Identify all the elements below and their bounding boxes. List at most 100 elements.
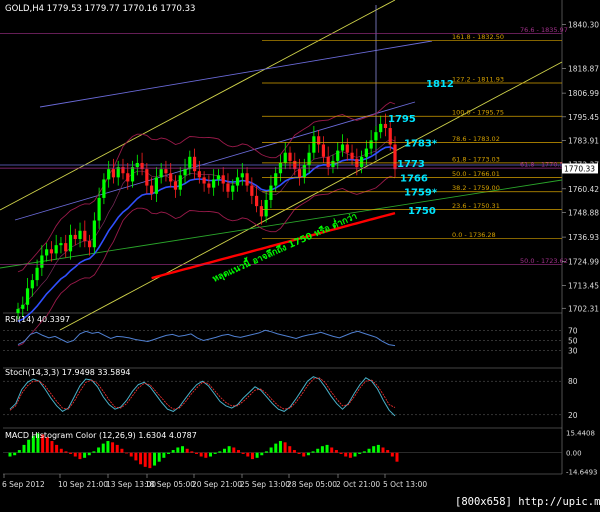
macd-bar [97, 447, 101, 453]
macd-bar [83, 452, 87, 458]
stoch-label: Stoch(14,3,3) 17.9498 33.5894 [5, 368, 131, 377]
time-tick-label: 18 Sep 05:00 [145, 480, 195, 489]
candle-body [288, 152, 292, 161]
candle-body [68, 234, 73, 252]
candle-body [135, 162, 139, 168]
macd-bar [213, 452, 217, 454]
macd-bar [176, 447, 180, 453]
macd-bar [129, 452, 133, 457]
candle-body [154, 177, 158, 194]
macd-bar [111, 442, 115, 453]
macd-bar [274, 443, 278, 453]
rsi-label: RSI(14) 40.3397 [5, 315, 70, 324]
macd-bar [143, 452, 147, 467]
candle-body [183, 169, 187, 176]
time-tick-label: 2 Oct 21:00 [336, 480, 380, 489]
candle-body [73, 234, 77, 240]
macd-bar [59, 448, 63, 453]
macd-bar [255, 452, 259, 458]
time-tick-label: 10 Sep 21:00 [58, 480, 108, 489]
candle-body [312, 136, 316, 153]
candle-body [259, 206, 263, 217]
macd-bar [306, 452, 310, 456]
candle-body [130, 167, 135, 182]
macd-bar [339, 452, 343, 454]
candle-body [283, 152, 287, 163]
macd-bar [190, 451, 194, 453]
macd-bar [22, 444, 26, 453]
macd-bar [288, 446, 292, 453]
macd-bar [260, 452, 264, 456]
macd-bar [386, 450, 390, 453]
stoch-tick-label: 20 [568, 411, 578, 420]
macd-bar [115, 444, 119, 453]
macd-bar [73, 452, 77, 457]
price-tick-label: 1736.93 [568, 233, 599, 242]
candle-body [231, 185, 235, 192]
macd-bar [311, 451, 315, 453]
macd-bar [208, 452, 212, 457]
stoch-tick-label: 80 [568, 377, 578, 386]
macd-tick-label: 0.00 [566, 450, 582, 458]
candle-body [321, 144, 326, 157]
macd-bar [55, 444, 59, 453]
candle-body [164, 169, 168, 174]
candle-body [383, 123, 388, 129]
fib-label: 61.8 - 1773.03 [452, 155, 500, 163]
macd-bar [376, 444, 380, 453]
macd-bar [69, 452, 73, 454]
macd-bar [13, 452, 17, 456]
price-tick-label: 1840.30 [568, 21, 599, 30]
candle-body [78, 230, 82, 240]
macd-bar [222, 448, 226, 453]
macd-bar [358, 452, 362, 454]
macd-bar [344, 452, 348, 457]
macd-tick-label: -14.6493 [566, 469, 597, 477]
candle-body [297, 169, 302, 178]
macd-bar [78, 452, 82, 460]
price-tick-label: 1748.88 [568, 209, 599, 218]
macd-bar [125, 452, 129, 454]
candle-body [302, 165, 306, 178]
fib-label: 23.6 - 1750.31 [452, 202, 500, 210]
macd-bar [283, 442, 287, 453]
fib-label: 50.0 - 1766.01 [452, 170, 500, 178]
macd-bar [362, 451, 366, 453]
fib-label: 100.0 - 1795.75 [452, 109, 504, 117]
time-tick-label: 6 Sep 2012 [2, 480, 45, 489]
macd-bar [195, 452, 199, 454]
macd-bar [17, 450, 21, 453]
candle-body [235, 177, 240, 186]
macd-bar [246, 452, 250, 457]
macd-bar [334, 450, 338, 453]
candle-body [255, 195, 259, 207]
macd-bar [134, 452, 138, 461]
candle-body [25, 288, 30, 305]
candle-body [245, 173, 249, 186]
macd-bar [8, 452, 12, 457]
fib-label: 127.2 - 1811.93 [452, 75, 504, 83]
time-tick-label: 25 Sep 13:00 [240, 480, 290, 489]
candle-body [269, 185, 273, 200]
level-label: 1773 [397, 159, 425, 170]
macd-bar [264, 451, 268, 453]
candle-body [102, 179, 106, 198]
macd-bar [50, 441, 54, 453]
macd-bar [232, 447, 236, 453]
macd-bar [162, 452, 166, 458]
candle-body [250, 185, 254, 196]
candle-body [145, 169, 149, 186]
candle-body [221, 175, 225, 184]
candle-body [59, 243, 63, 246]
fib-label: 76.6 - 1835.97 [520, 26, 568, 34]
macd-bar [27, 439, 31, 453]
macd-bar [292, 450, 296, 453]
candle-body [240, 173, 244, 178]
macd-bar [167, 452, 171, 454]
candle-body [111, 169, 116, 178]
candle-body [374, 132, 378, 141]
macd-bar [199, 452, 203, 457]
candle-body [326, 156, 330, 168]
macd-bar [325, 444, 329, 453]
price-tick-label: 1713.45 [568, 281, 599, 290]
